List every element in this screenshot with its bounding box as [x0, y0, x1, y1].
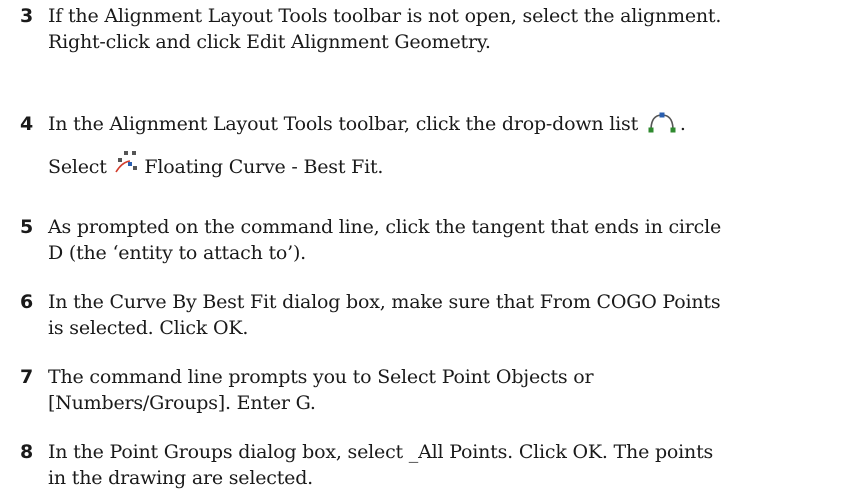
step-number: 5 — [20, 216, 34, 238]
step-text-line: Select Floating Curve - Best Fit. — [48, 150, 848, 183]
step-text-line: As prompted on the command line, click t… — [48, 216, 722, 238]
step-number: 6 — [20, 291, 34, 313]
step-text-line: D (the ‘entity to attach to’). — [48, 242, 307, 264]
step-text: As prompted on the command line, click t… — [48, 214, 848, 266]
step-text-line: If the Alignment Layout Tools toolbar is… — [48, 5, 722, 27]
step-text-line: In the Curve By Best Fit dialog box, mak… — [48, 291, 721, 313]
step-text-line: In the Alignment Layout Tools toolbar, c… — [48, 111, 848, 140]
step-text-segment: In the Alignment Layout Tools toolbar, c… — [48, 113, 639, 135]
step-text-line: [Numbers/Groups]. Enter G. — [48, 392, 316, 414]
step-number: 3 — [20, 5, 34, 27]
curve-dropdown-icon — [647, 111, 677, 140]
step-text-line: Right-click and click Edit Alignment Geo… — [48, 31, 491, 53]
step-text-line: is selected. Click OK. — [48, 317, 249, 339]
step-text: The command line prompts you to Select P… — [48, 364, 848, 416]
step-text: In the Curve By Best Fit dialog box, mak… — [48, 289, 848, 341]
step-text-segment: Floating Curve - Best Fit. — [144, 156, 384, 178]
step-text-line: The command line prompts you to Select P… — [48, 366, 594, 388]
step-text: In the Point Groups dialog box, select _… — [48, 439, 848, 491]
step-text-segment: . — [679, 113, 686, 135]
step-text: In the Alignment Layout Tools toolbar, c… — [48, 111, 848, 183]
step-text: If the Alignment Layout Tools toolbar is… — [48, 3, 848, 55]
step-text-line: in the drawing are selected. — [48, 467, 313, 489]
step-number: 8 — [20, 441, 34, 463]
step-text-segment: Select — [48, 156, 107, 178]
step-number: 7 — [20, 366, 34, 388]
step-number: 4 — [20, 113, 34, 135]
floating-curve-best-fit-icon — [114, 150, 138, 183]
step-text-line: In the Point Groups dialog box, select _… — [48, 441, 714, 463]
